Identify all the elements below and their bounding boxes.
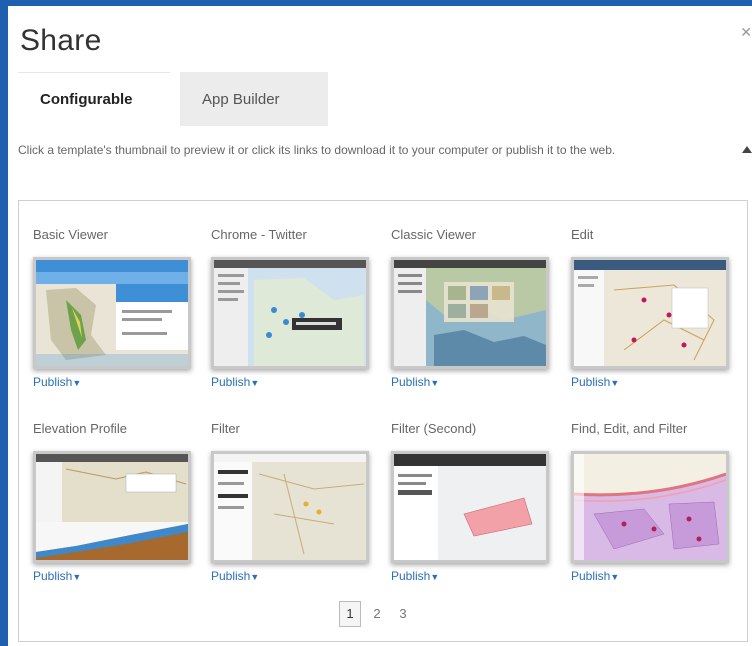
publish-label: Publish xyxy=(391,375,431,389)
publish-label: Publish xyxy=(33,375,73,389)
template-title: Find, Edit, and Filter xyxy=(571,421,688,436)
template-thumbnail[interactable] xyxy=(33,451,191,563)
caret-down-icon: ▼ xyxy=(610,378,620,388)
find-edit-filter-thumbnail-image xyxy=(574,454,726,560)
template-item: Edit Publish▼ xyxy=(571,227,731,389)
page-1-button[interactable]: 1 xyxy=(339,601,361,627)
tab-bar: Configurable App Builder xyxy=(18,72,328,126)
publish-dropdown[interactable]: Publish▼ xyxy=(211,569,259,583)
publish-dropdown[interactable]: Publish▼ xyxy=(391,569,439,583)
template-item: Filter Publish▼ xyxy=(211,421,371,583)
template-thumbnail[interactable] xyxy=(571,257,729,369)
template-item: Elevation Profile Publish▼ xyxy=(33,421,193,583)
caret-down-icon: ▼ xyxy=(430,572,440,582)
dialog-title: Share xyxy=(20,24,102,57)
publish-dropdown[interactable]: Publish▼ xyxy=(33,569,81,583)
template-title: Basic Viewer xyxy=(33,227,108,242)
template-title: Edit xyxy=(571,227,594,242)
publish-dropdown[interactable]: Publish▼ xyxy=(571,569,619,583)
caret-down-icon: ▼ xyxy=(72,378,82,388)
template-title: Chrome - Twitter xyxy=(211,227,307,242)
close-icon[interactable]: ✕ xyxy=(740,24,752,41)
publish-label: Publish xyxy=(211,569,251,583)
publish-label: Publish xyxy=(33,569,73,583)
template-title: Filter xyxy=(211,421,240,436)
template-title: Elevation Profile xyxy=(33,421,127,436)
template-item: Chrome - Twitter Publish▼ xyxy=(211,227,371,389)
basic-viewer-thumbnail-image xyxy=(36,260,188,366)
template-item: Classic Viewer Publish▼ xyxy=(391,227,551,389)
caret-down-icon: ▼ xyxy=(610,572,620,582)
template-item: Find, Edit, and Filter Publish▼ xyxy=(571,421,731,583)
template-thumbnail[interactable] xyxy=(391,451,549,563)
publish-dropdown[interactable]: Publish▼ xyxy=(391,375,439,389)
publish-label: Publish xyxy=(211,375,251,389)
template-thumbnail[interactable] xyxy=(571,451,729,563)
chrome-twitter-thumbnail-image xyxy=(214,260,366,366)
template-item: Basic Viewer Publish▼ xyxy=(33,227,193,389)
template-gallery: Basic Viewer Publish▼ Chrome - Twitter P… xyxy=(18,200,748,642)
page-3-button[interactable]: 3 xyxy=(393,602,413,626)
edit-thumbnail-image xyxy=(574,260,726,366)
filter-thumbnail-image xyxy=(214,454,366,560)
template-title: Filter (Second) xyxy=(391,421,477,436)
tab-app-builder[interactable]: App Builder xyxy=(180,72,328,126)
share-dialog: Share ✕ Configurable App Builder Click a… xyxy=(8,6,752,646)
page-2-button[interactable]: 2 xyxy=(367,602,387,626)
tab-configurable[interactable]: Configurable xyxy=(18,72,170,126)
template-thumbnail[interactable] xyxy=(211,451,369,563)
template-thumbnail[interactable] xyxy=(33,257,191,369)
publish-dropdown[interactable]: Publish▼ xyxy=(33,375,81,389)
instructions-text: Click a template's thumbnail to preview … xyxy=(18,143,616,157)
elevation-profile-thumbnail-image xyxy=(36,454,188,560)
template-title: Classic Viewer xyxy=(391,227,477,242)
pagination: 1 2 3 xyxy=(339,601,413,627)
template-thumbnail[interactable] xyxy=(391,257,549,369)
publish-dropdown[interactable]: Publish▼ xyxy=(571,375,619,389)
caret-down-icon: ▼ xyxy=(72,572,82,582)
publish-label: Publish xyxy=(391,569,431,583)
publish-dropdown[interactable]: Publish▼ xyxy=(211,375,259,389)
publish-label: Publish xyxy=(571,375,611,389)
caret-down-icon: ▼ xyxy=(250,378,260,388)
filter-second-thumbnail-image xyxy=(394,454,546,560)
publish-label: Publish xyxy=(571,569,611,583)
classic-viewer-thumbnail-image xyxy=(394,260,546,366)
caret-down-icon: ▼ xyxy=(250,572,260,582)
scroll-up-arrow-icon[interactable] xyxy=(742,146,752,153)
template-thumbnail[interactable] xyxy=(211,257,369,369)
template-item: Filter (Second) Publish▼ xyxy=(391,421,551,583)
caret-down-icon: ▼ xyxy=(430,378,440,388)
